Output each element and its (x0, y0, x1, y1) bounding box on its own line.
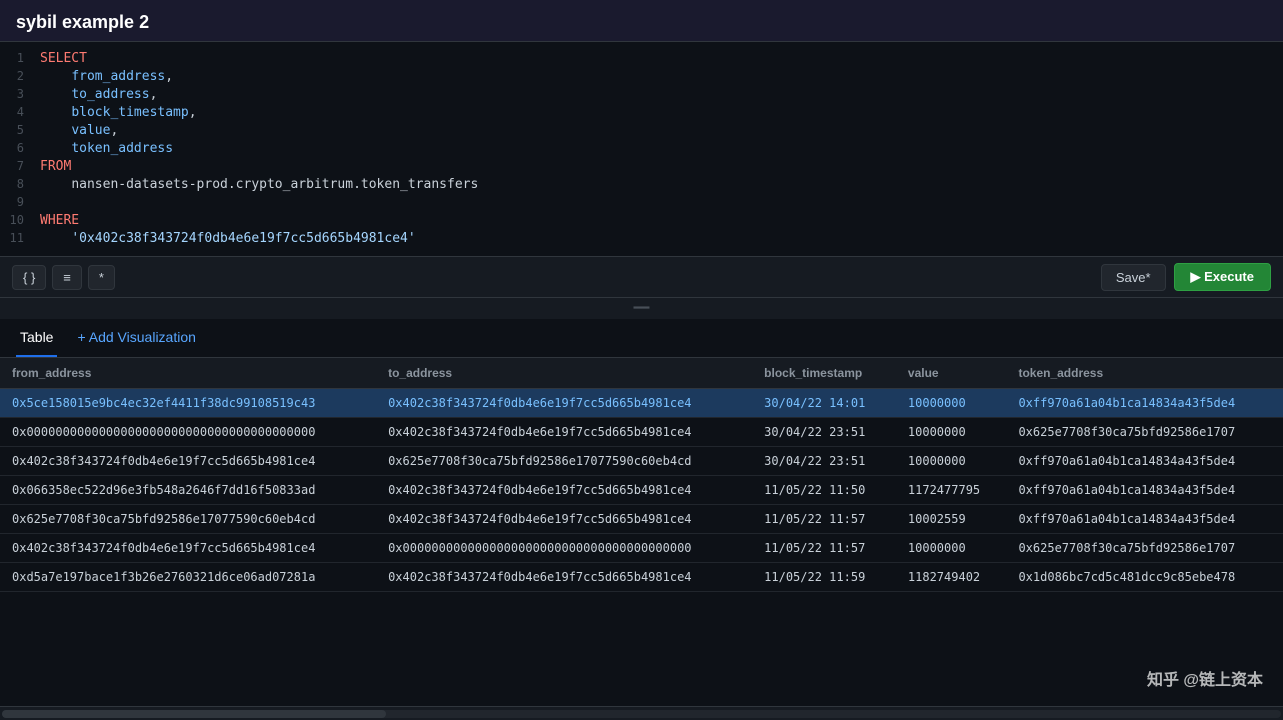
code-line-1: 1 SELECT (0, 50, 1283, 68)
star-button[interactable]: * (88, 265, 115, 290)
cell-from_address: 0x402c38f343724f0db4e6e19f7cc5d665b4981c… (0, 534, 376, 563)
code-line-5: 5 value, (0, 122, 1283, 140)
cell-to_address: 0x402c38f343724f0db4e6e19f7cc5d665b4981c… (376, 476, 752, 505)
cell-block_timestamp: 11/05/22 11:50 (752, 476, 896, 505)
cell-block_timestamp: 30/04/22 23:51 (752, 447, 896, 476)
table-row: 0xd5a7e197bace1f3b26e2760321d6ce06ad0728… (0, 563, 1283, 592)
cell-token_address: 0x625e7708f30ca75bfd92586e1707 (1006, 418, 1283, 447)
cell-value: 10000000 (896, 389, 1007, 418)
code-line-9: 9 (0, 194, 1283, 212)
cell-from_address: 0x5ce158015e9bc4ec32ef4411f38dc99108519c… (0, 389, 376, 418)
col-token-address: token_address (1006, 358, 1283, 389)
cell-block_timestamp: 30/04/22 23:51 (752, 418, 896, 447)
bottom-scroll-track[interactable] (2, 710, 1281, 718)
cell-from_address: 0x066358ec522d96e3fb548a2646f7dd16f50833… (0, 476, 376, 505)
code-line-10: 10 WHERE (0, 212, 1283, 230)
results-table: from_address to_address block_timestamp … (0, 358, 1283, 592)
cell-from_address: 0xd5a7e197bace1f3b26e2760321d6ce06ad0728… (0, 563, 376, 592)
cell-value: 1172477795 (896, 476, 1007, 505)
cell-from_address: 0x00000000000000000000000000000000000000… (0, 418, 376, 447)
cell-token_address: 0xff970a61a04b1ca14834a43f5de4 (1006, 447, 1283, 476)
code-line-11: 11 '0x402c38f343724f0db4e6e19f7cc5d665b4… (0, 230, 1283, 248)
execute-button[interactable]: Execute (1174, 263, 1271, 291)
table-row: 0x5ce158015e9bc4ec32ef4411f38dc99108519c… (0, 389, 1283, 418)
cell-to_address: 0x402c38f343724f0db4e6e19f7cc5d665b4981c… (376, 389, 752, 418)
resize-handle[interactable]: ━━ (0, 298, 1283, 319)
code-editor[interactable]: 1 SELECT 2 from_address, 3 to_address, 4… (0, 41, 1283, 256)
tab-add-visualization[interactable]: + Add Visualization (73, 319, 199, 357)
code-line-7: 7 FROM (0, 158, 1283, 176)
table-row: 0x402c38f343724f0db4e6e19f7cc5d665b4981c… (0, 534, 1283, 563)
header: sybil example 2 (0, 0, 1283, 41)
cell-to_address: 0x402c38f343724f0db4e6e19f7cc5d665b4981c… (376, 418, 752, 447)
col-value: value (896, 358, 1007, 389)
tabs-bar: Table + Add Visualization (0, 319, 1283, 358)
table-container[interactable]: from_address to_address block_timestamp … (0, 358, 1283, 706)
cell-from_address: 0x402c38f343724f0db4e6e19f7cc5d665b4981c… (0, 447, 376, 476)
cell-from_address: 0x625e7708f30ca75bfd92586e17077590c60eb4… (0, 505, 376, 534)
save-button[interactable]: Save* (1101, 264, 1166, 291)
cell-value: 10002559 (896, 505, 1007, 534)
cell-token_address: 0xff970a61a04b1ca14834a43f5de4 (1006, 476, 1283, 505)
code-line-4: 4 block_timestamp, (0, 104, 1283, 122)
list-view-button[interactable]: ≡ (52, 265, 82, 290)
code-line-8: 8 nansen-datasets-prod.crypto_arbitrum.t… (0, 176, 1283, 194)
cell-token_address: 0x625e7708f30ca75bfd92586e1707 (1006, 534, 1283, 563)
table-header-row: from_address to_address block_timestamp … (0, 358, 1283, 389)
cell-block_timestamp: 11/05/22 11:57 (752, 505, 896, 534)
cell-value: 10000000 (896, 447, 1007, 476)
cell-to_address: 0x402c38f343724f0db4e6e19f7cc5d665b4981c… (376, 505, 752, 534)
bottom-scroll-thumb (2, 710, 386, 718)
toolbar-right: Save* Execute (1101, 263, 1271, 291)
code-line-3: 3 to_address, (0, 86, 1283, 104)
table-row: 0x625e7708f30ca75bfd92586e17077590c60eb4… (0, 505, 1283, 534)
code-line-2: 2 from_address, (0, 68, 1283, 86)
toolbar: { } ≡ * Save* Execute (0, 256, 1283, 298)
cell-block_timestamp: 11/05/22 11:57 (752, 534, 896, 563)
col-from-address: from_address (0, 358, 376, 389)
table-row: 0x402c38f343724f0db4e6e19f7cc5d665b4981c… (0, 447, 1283, 476)
cell-to_address: 0x625e7708f30ca75bfd92586e17077590c60eb4… (376, 447, 752, 476)
json-view-button[interactable]: { } (12, 265, 46, 290)
cell-value: 1182749402 (896, 563, 1007, 592)
cell-block_timestamp: 11/05/22 11:59 (752, 563, 896, 592)
code-line-6: 6 token_address (0, 140, 1283, 158)
results-area: Table + Add Visualization from_address t… (0, 319, 1283, 720)
cell-to_address: 0x402c38f343724f0db4e6e19f7cc5d665b4981c… (376, 563, 752, 592)
table-row: 0x066358ec522d96e3fb548a2646f7dd16f50833… (0, 476, 1283, 505)
cell-value: 10000000 (896, 534, 1007, 563)
cell-token_address: 0xff970a61a04b1ca14834a43f5de4 (1006, 389, 1283, 418)
cell-block_timestamp: 30/04/22 14:01 (752, 389, 896, 418)
bottom-scrollbar[interactable] (0, 706, 1283, 720)
cell-value: 10000000 (896, 418, 1007, 447)
cell-token_address: 0xff970a61a04b1ca14834a43f5de4 (1006, 505, 1283, 534)
tab-table[interactable]: Table (16, 319, 57, 357)
col-to-address: to_address (376, 358, 752, 389)
toolbar-left: { } ≡ * (12, 265, 115, 290)
page-title: sybil example 2 (16, 12, 1267, 33)
main-layout: sybil example 2 1 SELECT 2 from_address,… (0, 0, 1283, 720)
cell-to_address: 0x00000000000000000000000000000000000000… (376, 534, 752, 563)
table-row: 0x00000000000000000000000000000000000000… (0, 418, 1283, 447)
col-block-timestamp: block_timestamp (752, 358, 896, 389)
cell-token_address: 0x1d086bc7cd5c481dcc9c85ebe478 (1006, 563, 1283, 592)
